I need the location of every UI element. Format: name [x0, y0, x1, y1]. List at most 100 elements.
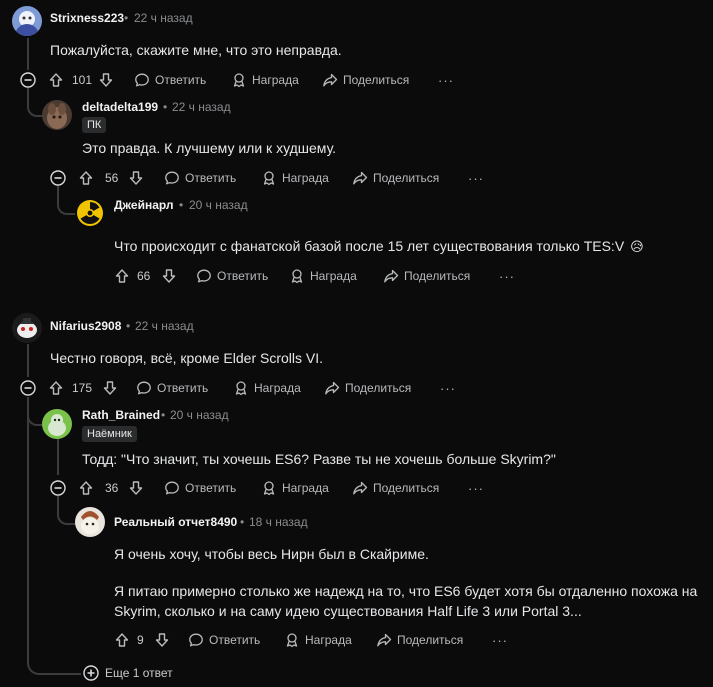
arrow-up-icon	[78, 170, 94, 186]
speech-bubble-icon	[164, 480, 180, 496]
user-flair: ПК	[82, 117, 107, 133]
downvote-button[interactable]	[161, 265, 177, 287]
more-replies-button[interactable]: Еще 1 ответ	[82, 662, 173, 684]
award-button[interactable]: Награда	[233, 377, 301, 399]
collapse-icon[interactable]	[19, 379, 37, 397]
reply-label: Ответить	[185, 171, 237, 185]
thread-line[interactable]	[27, 344, 29, 377]
reply-button[interactable]: Ответить	[164, 167, 236, 189]
reply-button[interactable]: Ответить	[188, 629, 260, 651]
vote-count: 101	[72, 73, 93, 87]
award-icon	[284, 632, 300, 648]
downvote-button[interactable]	[98, 69, 114, 91]
avatar[interactable]	[12, 6, 42, 36]
award-button[interactable]: Награда	[289, 265, 357, 287]
username[interactable]: Джейнарл	[114, 198, 174, 212]
upvote-button[interactable]	[114, 629, 130, 651]
award-button[interactable]: Награда	[261, 477, 329, 499]
more-options-button[interactable]: ···	[468, 477, 484, 499]
upvote-button[interactable]	[78, 167, 94, 189]
reply-button[interactable]: Ответить	[164, 477, 236, 499]
avatar-image	[42, 409, 72, 439]
award-icon	[261, 170, 277, 186]
timestamp[interactable]: 22 ч назад	[135, 319, 194, 333]
avatar-image	[75, 507, 105, 537]
downvote-button[interactable]	[128, 477, 144, 499]
thread-line[interactable]	[57, 435, 59, 475]
avatar[interactable]	[12, 313, 42, 343]
arrow-down-icon	[161, 268, 177, 284]
downvote-button[interactable]	[102, 377, 118, 399]
comment-text: Что происходит с фанатской базой после 1…	[114, 238, 644, 255]
timestamp[interactable]: 22 ч назад	[172, 100, 231, 114]
vote-count: 56	[105, 171, 119, 185]
collapse-icon[interactable]	[49, 479, 67, 497]
upvote-button[interactable]	[48, 69, 64, 91]
more-options-button[interactable]: ···	[492, 629, 508, 651]
award-button[interactable]: Награда	[261, 167, 329, 189]
share-label: Поделиться	[345, 381, 412, 395]
award-button[interactable]: Награда	[284, 629, 352, 651]
more-options-button[interactable]: ···	[438, 69, 454, 91]
vote-count: 9	[137, 633, 144, 647]
share-button[interactable]: Поделиться	[383, 265, 470, 287]
reply-label: Ответить	[209, 633, 261, 647]
award-label: Награда	[305, 633, 352, 647]
share-button[interactable]: Поделиться	[352, 167, 439, 189]
username[interactable]: Strixness223	[50, 11, 124, 25]
thread-line[interactable]	[27, 38, 29, 70]
comment-text: Это правда. К лучшему или к худшему.	[82, 140, 337, 156]
arrow-down-icon	[102, 380, 118, 396]
reply-label: Ответить	[155, 73, 207, 87]
award-button[interactable]: Награда	[231, 69, 299, 91]
arrow-down-icon	[154, 632, 170, 648]
comment-text-body: Что происходит с фанатской базой после 1…	[114, 238, 625, 254]
more-options-button[interactable]: ···	[468, 167, 484, 189]
timestamp[interactable]: 22 ч назад	[134, 11, 193, 25]
more-replies-label: Еще 1 ответ	[105, 666, 173, 680]
share-arrow-icon	[352, 170, 368, 186]
username[interactable]: Реальный отчет8490	[114, 515, 237, 529]
reply-button[interactable]: Ответить	[134, 69, 206, 91]
share-button[interactable]: Поделиться	[376, 629, 463, 651]
award-icon	[261, 480, 277, 496]
separator-dot: •	[161, 408, 166, 422]
avatar[interactable]	[42, 100, 72, 130]
vote-count: 36	[105, 481, 119, 495]
share-button[interactable]: Поделиться	[352, 477, 439, 499]
avatar[interactable]	[75, 507, 105, 537]
thread-connector	[27, 657, 81, 675]
collapse-icon[interactable]	[49, 169, 67, 187]
share-button[interactable]: Поделиться	[324, 377, 411, 399]
upvote-button[interactable]	[114, 265, 130, 287]
collapse-icon[interactable]	[19, 71, 37, 89]
username[interactable]: deltadelta199	[82, 100, 158, 114]
username[interactable]: Rath_Brained	[82, 408, 160, 422]
avatar[interactable]	[42, 409, 72, 439]
arrow-up-icon	[114, 268, 130, 284]
reply-button[interactable]: Ответить	[136, 377, 208, 399]
share-label: Поделиться	[404, 269, 471, 283]
timestamp[interactable]: 20 ч назад	[189, 198, 248, 212]
arrow-up-icon	[48, 72, 64, 88]
downvote-button[interactable]	[128, 167, 144, 189]
upvote-button[interactable]	[48, 377, 64, 399]
award-icon	[231, 72, 247, 88]
username[interactable]: Nifarius2908	[50, 319, 121, 333]
arrow-down-icon	[128, 480, 144, 496]
timestamp[interactable]: 18 ч назад	[249, 515, 308, 529]
share-button[interactable]: Поделиться	[322, 69, 409, 91]
avatar[interactable]	[75, 198, 105, 228]
timestamp[interactable]: 20 ч назад	[170, 408, 229, 422]
more-options-button[interactable]: ···	[499, 265, 515, 287]
arrow-down-icon	[98, 72, 114, 88]
separator-dot: •	[124, 11, 129, 25]
comment-text: Skyrim, сколько и на саму идею существов…	[114, 603, 582, 619]
upvote-button[interactable]	[78, 477, 94, 499]
thread-line[interactable]	[27, 397, 29, 659]
downvote-button[interactable]	[154, 629, 170, 651]
more-options-button[interactable]: ···	[440, 377, 456, 399]
award-icon	[233, 380, 249, 396]
reply-button[interactable]: Ответить	[196, 265, 268, 287]
comment-text: Я питаю примерно столько же надежд на то…	[114, 583, 698, 599]
